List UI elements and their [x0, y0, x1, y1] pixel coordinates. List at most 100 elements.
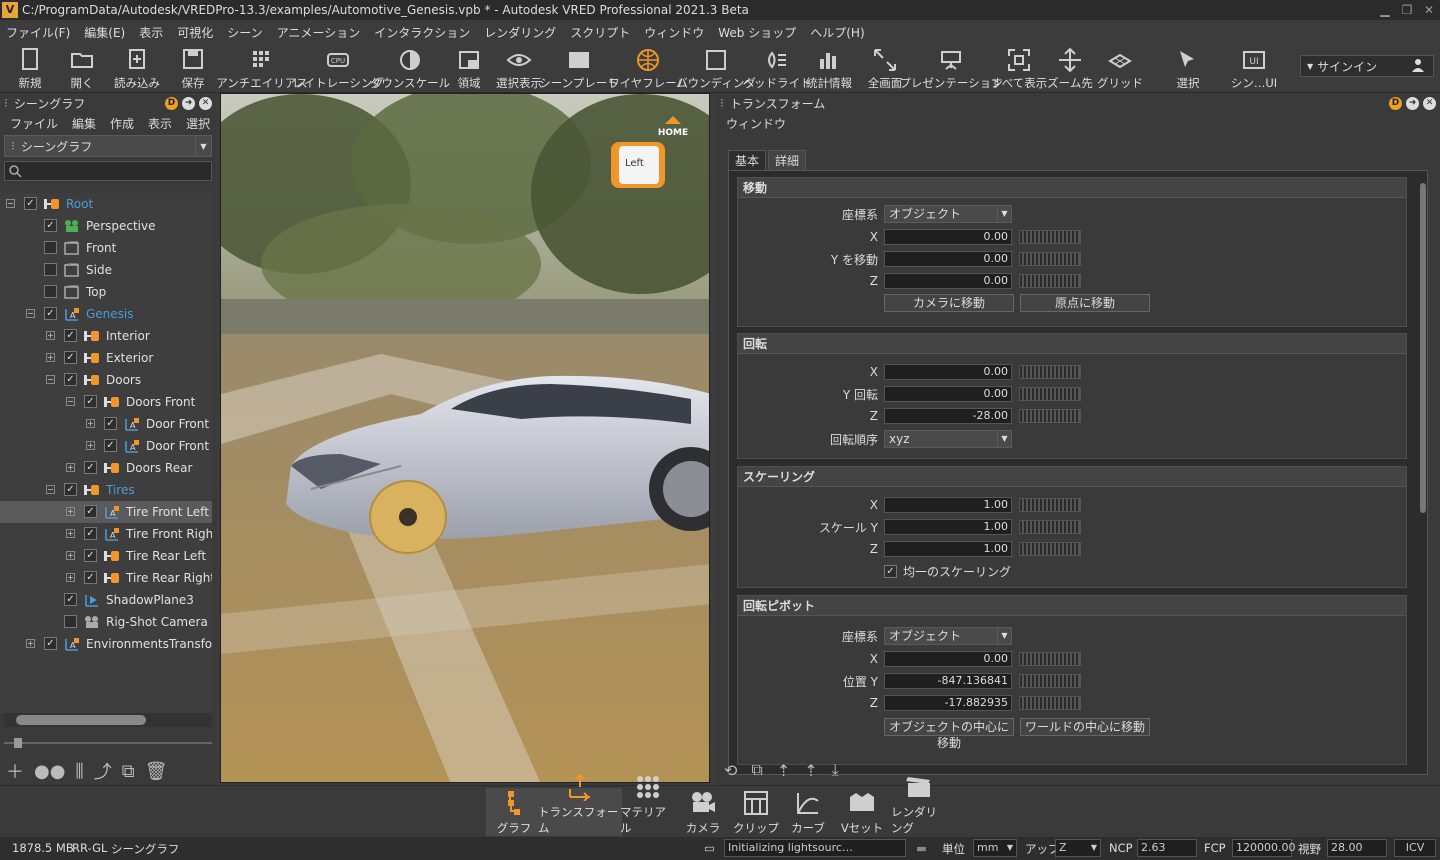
pivot-z-jog[interactable] [1019, 696, 1081, 710]
collapse-icon[interactable]: − [26, 309, 35, 318]
tree-row[interactable]: − ✓ Root [0, 193, 212, 215]
rotate-y-input[interactable]: 0.00 [884, 386, 1012, 402]
pivot-reset-icon[interactable]: ⇡ [804, 761, 817, 780]
copy-node-icon[interactable]: ⧉ [122, 761, 135, 782]
scale-z-jog[interactable] [1019, 542, 1081, 556]
move-y-jog[interactable] [1019, 252, 1081, 266]
fcp-input[interactable]: 120000.00 [1232, 839, 1296, 857]
tree-row[interactable]: + ✓ Interior [0, 325, 212, 347]
view-cube[interactable]: Left [607, 140, 665, 190]
expand-icon[interactable]: + [66, 551, 75, 560]
fov-input[interactable]: 28.00 [1327, 839, 1387, 857]
expand-icon[interactable]: + [66, 507, 75, 516]
move-x-jog[interactable] [1019, 230, 1081, 244]
tree-row[interactable]: + ✓ A Door Front L [0, 413, 212, 435]
arrow-right-icon[interactable]: ➜ [1406, 96, 1419, 110]
menu-item[interactable]: ヘルプ(H) [810, 24, 864, 41]
expand-icon[interactable]: + [46, 331, 55, 340]
render-viewport[interactable]: Left HOME [220, 93, 710, 783]
expand-icon[interactable]: + [66, 529, 75, 538]
unit-select[interactable]: mm ▼ [973, 839, 1017, 857]
rotation-order-select[interactable]: xyz ▼ [884, 430, 1012, 448]
ncp-input[interactable]: 2.63 [1137, 839, 1197, 857]
pivot-tool-icon[interactable]: ⇡ [777, 761, 790, 780]
visibility-checkbox[interactable]: ✓ [44, 219, 57, 232]
tree-row[interactable]: Front [0, 237, 212, 259]
rotate-x-input[interactable]: 0.00 [884, 364, 1012, 380]
tree-row[interactable]: + ✓ A EnvironmentsTransform [0, 633, 212, 655]
toolbar-button[interactable]: アンチエイリアス [216, 45, 308, 91]
drop-to-ground-icon[interactable]: ⤓ [832, 760, 839, 780]
menu-item[interactable]: シーン [227, 24, 262, 41]
dock-d-icon[interactable]: D [1389, 96, 1402, 110]
log-toggle-icon[interactable]: ▬ [916, 841, 927, 855]
dock-module-button[interactable]: マテリアル [620, 776, 676, 836]
menu-item[interactable]: インタラクション [374, 24, 470, 41]
visibility-checkbox[interactable]: ✓ [64, 373, 77, 386]
tree-row[interactable]: − ✓ Tires [0, 479, 212, 501]
group-nodes-icon[interactable]: ●● [34, 761, 65, 782]
rotate-z-input[interactable]: -28.00 [884, 408, 1012, 424]
move-z-jog[interactable] [1019, 274, 1081, 288]
up-axis-select[interactable]: Z ▼ [1055, 839, 1101, 857]
minimize-icon[interactable]: ▁ [1374, 3, 1396, 17]
zoom-slider[interactable] [4, 738, 212, 748]
visibility-checkbox[interactable] [44, 263, 57, 276]
expand-icon[interactable]: + [66, 463, 75, 472]
move-to-object-center-button[interactable]: オブジェクトの中心に移動 [884, 718, 1014, 750]
tree-row[interactable]: + ✓ Exterior [0, 347, 212, 369]
split-icon[interactable]: ⫼ [75, 761, 83, 782]
pivot-z-input[interactable]: -17.882935 [884, 695, 1012, 711]
visibility-checkbox[interactable]: ✓ [64, 329, 77, 342]
visibility-checkbox[interactable]: ✓ [24, 197, 37, 210]
menu-item[interactable]: ウィンドウ [644, 24, 704, 41]
scale-z-input[interactable]: 1.00 [884, 541, 1012, 557]
close-panel-icon[interactable]: ✕ [1423, 96, 1436, 110]
close-panel-icon[interactable]: ✕ [199, 96, 212, 110]
visibility-checkbox[interactable] [64, 615, 77, 628]
dock-module-button[interactable]: グラフ [486, 788, 542, 836]
dock-module-button[interactable]: カメラ [675, 788, 731, 836]
menu-window[interactable]: ウィンドウ [726, 115, 786, 132]
move-up-icon[interactable]: ⤴ [94, 758, 112, 784]
scenegraph-menu-item[interactable]: 編集 [72, 115, 96, 132]
scenegraph-menu-item[interactable]: 表示 [148, 115, 172, 132]
reset-transform-icon[interactable]: ⟲ [724, 761, 737, 780]
dock-d-icon[interactable]: D [165, 96, 178, 110]
menu-item[interactable]: 表示 [139, 24, 163, 41]
tree-row[interactable]: + ✓ A Tire Front Right [0, 523, 212, 545]
expand-icon[interactable]: + [26, 639, 35, 648]
tree-row[interactable]: Side [0, 259, 212, 281]
visibility-checkbox[interactable] [44, 241, 57, 254]
signin-button[interactable]: ▼ サインイン [1300, 55, 1434, 77]
tree-row[interactable]: − ✓ Doors Front [0, 391, 212, 413]
dock-module-button[interactable]: トランスフォーム [538, 773, 622, 836]
scenegraph-combo[interactable]: ⁝ シーングラフ ▼ [4, 135, 212, 157]
rotate-y-jog[interactable] [1019, 387, 1081, 401]
pivot-x-jog[interactable] [1019, 652, 1081, 666]
toolbar-button[interactable]: UI シン…UI [1214, 45, 1294, 91]
terminal-icon[interactable]: ▭ [704, 841, 715, 855]
menu-item[interactable]: レンダリング [484, 24, 556, 41]
tab-detail[interactable]: 詳細 [768, 150, 807, 170]
move-y-input[interactable]: 0.00 [884, 251, 1012, 267]
close-icon[interactable]: ✕ [1418, 3, 1440, 17]
collapse-icon[interactable]: − [46, 375, 55, 384]
visibility-checkbox[interactable]: ✓ [84, 461, 97, 474]
move-to-camera-button[interactable]: カメラに移動 [884, 294, 1014, 312]
tree-horizontal-scrollbar[interactable] [4, 713, 212, 727]
menu-item[interactable]: 編集(E) [84, 24, 125, 41]
uniform-scale-check[interactable]: ✓ [884, 564, 897, 578]
dock-module-button[interactable]: クリップ [728, 788, 784, 836]
toolbar-button[interactable]: シーンプレート [539, 45, 619, 91]
tree-row[interactable]: Top [0, 281, 212, 303]
dock-module-button[interactable]: カーブ [780, 788, 836, 836]
visibility-checkbox[interactable]: ✓ [44, 307, 57, 320]
menu-item[interactable]: ファイル(F) [6, 24, 70, 41]
pivot-y-jog[interactable] [1019, 674, 1081, 688]
scenegraph-menu-item[interactable]: 作成 [110, 115, 134, 132]
tree-row[interactable]: Rig-Shot Camera [0, 611, 212, 633]
delete-node-icon[interactable]: 🗑 [145, 761, 168, 782]
home-button[interactable]: HOME [655, 116, 691, 138]
tree-row[interactable]: ✓ Perspective [0, 215, 212, 237]
